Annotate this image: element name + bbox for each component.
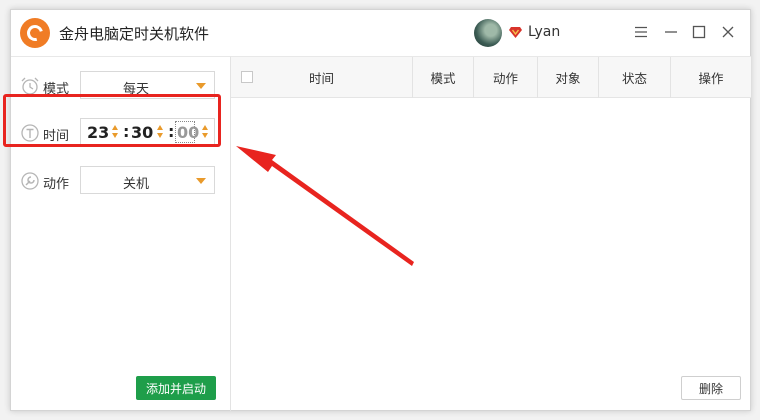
annotation-arrow [236, 146, 414, 266]
